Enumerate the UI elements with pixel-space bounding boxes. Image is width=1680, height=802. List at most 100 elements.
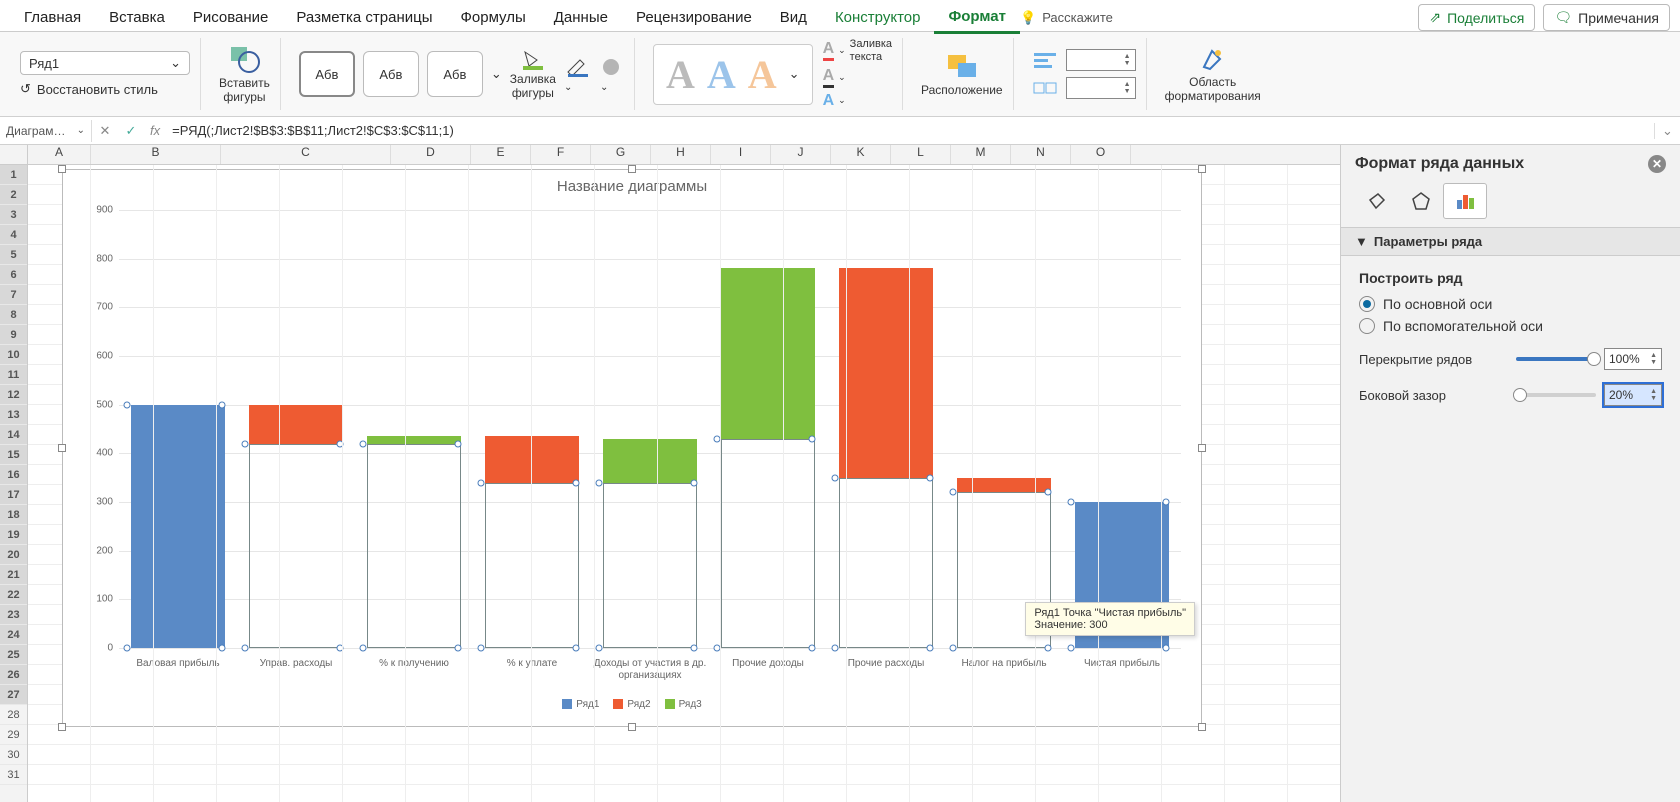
chart-legend[interactable]: Ряд1 Ряд2 Ряд3 [63,699,1201,710]
row-header[interactable]: 9 [0,325,27,345]
radio-primary-axis[interactable]: По основной оси [1359,296,1662,312]
select-all-corner[interactable] [0,145,28,164]
column-header[interactable]: M [951,145,1011,164]
row-header[interactable]: 11 [0,365,27,385]
row-header[interactable]: 18 [0,505,27,525]
formula-cancel-button[interactable]: ✕ [92,123,118,139]
column-header[interactable]: N [1011,145,1071,164]
data-bar[interactable] [131,405,225,648]
legend-item-1[interactable]: Ряд1 [562,699,599,710]
format-pane-button[interactable]: Область форматирования [1165,45,1261,103]
data-bar[interactable] [957,478,1051,493]
row-header[interactable]: 20 [0,545,27,565]
shape-style-gallery[interactable]: Абв Абв Абв ⌄ [299,51,502,97]
shape-effects-button[interactable]: ⌄ [600,56,624,93]
shape-style-2[interactable]: Абв [363,51,419,97]
row-header[interactable]: 30 [0,745,27,765]
row-header[interactable]: 28 [0,705,27,725]
tab-page-layout[interactable]: Разметка страницы [282,3,446,32]
tab-view[interactable]: Вид [766,3,821,32]
row-header[interactable]: 7 [0,285,27,305]
data-bar[interactable] [603,439,697,483]
chart-title[interactable]: Название диаграммы [63,170,1201,199]
row-header[interactable]: 13 [0,405,27,425]
bar-slot[interactable] [473,210,591,648]
data-bar[interactable] [485,436,579,482]
bar-slot[interactable] [709,210,827,648]
bar-slot[interactable] [119,210,237,648]
wordart-style-2[interactable]: A [707,51,736,98]
row-header[interactable]: 2 [0,185,27,205]
arrange-button[interactable]: Расположение [921,51,1003,97]
row-header[interactable]: 27 [0,685,27,705]
tab-formulas[interactable]: Формулы [446,3,539,32]
column-header[interactable]: B [91,145,221,164]
fp-tab-effects[interactable] [1399,183,1443,219]
cells-area[interactable]: Название диаграммы 010020030040050060070… [28,165,1340,802]
wordart-gallery[interactable]: A A A ⌄ [653,44,813,105]
row-header[interactable]: 21 [0,565,27,585]
row-header[interactable]: 26 [0,665,27,685]
resize-handle[interactable] [58,165,66,173]
tab-review[interactable]: Рецензирование [622,3,766,32]
gap-input[interactable]: 20%▲▼ [1604,384,1662,406]
column-header[interactable]: G [591,145,651,164]
fp-section-header[interactable]: ▼ Параметры ряда [1341,227,1680,256]
gap-slider[interactable] [1516,393,1596,397]
align-button[interactable] [1032,49,1058,71]
radio-secondary-axis[interactable]: По вспомогательной оси [1359,318,1662,334]
row-header[interactable]: 29 [0,725,27,745]
column-header[interactable]: O [1071,145,1131,164]
data-bar[interactable] [839,268,933,477]
column-header[interactable]: F [531,145,591,164]
data-bar[interactable] [249,405,343,444]
row-header[interactable]: 17 [0,485,27,505]
bar-slot[interactable] [355,210,473,648]
tab-data[interactable]: Данные [540,3,622,32]
overlap-input[interactable]: 100%▲▼ [1604,348,1662,370]
row-header[interactable]: 10 [0,345,27,365]
chevron-down-icon[interactable]: ⌄ [491,66,502,82]
tab-home[interactable]: Главная [10,3,95,32]
column-header[interactable]: I [711,145,771,164]
resize-handle[interactable] [628,723,636,731]
column-header[interactable]: E [471,145,531,164]
legend-item-2[interactable]: Ряд2 [613,699,650,710]
column-header[interactable]: J [771,145,831,164]
row-header[interactable]: 4 [0,225,27,245]
tab-format[interactable]: Формат [934,2,1020,34]
name-box[interactable]: Диаграм… ⌄ [0,120,92,142]
bar-slot[interactable] [827,210,945,648]
bar-slot[interactable] [1063,210,1181,648]
bar-slot[interactable] [237,210,355,648]
tab-draw[interactable]: Рисование [179,3,283,32]
resize-handle[interactable] [1198,444,1206,452]
resize-handle[interactable] [1198,165,1206,173]
formula-enter-button[interactable]: ✓ [118,123,144,139]
insert-shapes-button[interactable]: Вставить фигуры [219,44,270,104]
shape-style-1[interactable]: Абв [299,51,355,97]
bar-slot[interactable] [945,210,1063,648]
group-button[interactable] [1032,77,1058,99]
height-input[interactable]: ▲▼ [1066,49,1136,71]
row-header[interactable]: 1 [0,165,27,185]
embedded-chart[interactable]: Название диаграммы 010020030040050060070… [62,169,1202,727]
formula-input[interactable]: =РЯД(;Лист2!$B$3:$B$11;Лист2!$C$3:$C$11;… [166,119,1654,142]
row-header[interactable]: 16 [0,465,27,485]
row-header[interactable]: 12 [0,385,27,405]
restore-style-button[interactable]: ↺ Восстановить стиль [20,81,158,97]
wordart-style-1[interactable]: A [666,51,695,98]
resize-handle[interactable] [58,723,66,731]
formula-expand-button[interactable]: ⌄ [1654,123,1680,139]
overlap-slider[interactable] [1516,357,1596,361]
share-button[interactable]: ⇗ Поделиться [1418,4,1535,31]
text-effects-button[interactable]: A ⌄ [823,92,892,110]
bar-slot[interactable] [591,210,709,648]
row-header[interactable]: 22 [0,585,27,605]
width-input[interactable]: ▲▼ [1066,77,1136,99]
resize-handle[interactable] [58,444,66,452]
column-header[interactable]: C [221,145,391,164]
row-header[interactable]: 14 [0,425,27,445]
shape-fill-button[interactable]: Заливка фигуры [510,48,556,100]
resize-handle[interactable] [1198,723,1206,731]
